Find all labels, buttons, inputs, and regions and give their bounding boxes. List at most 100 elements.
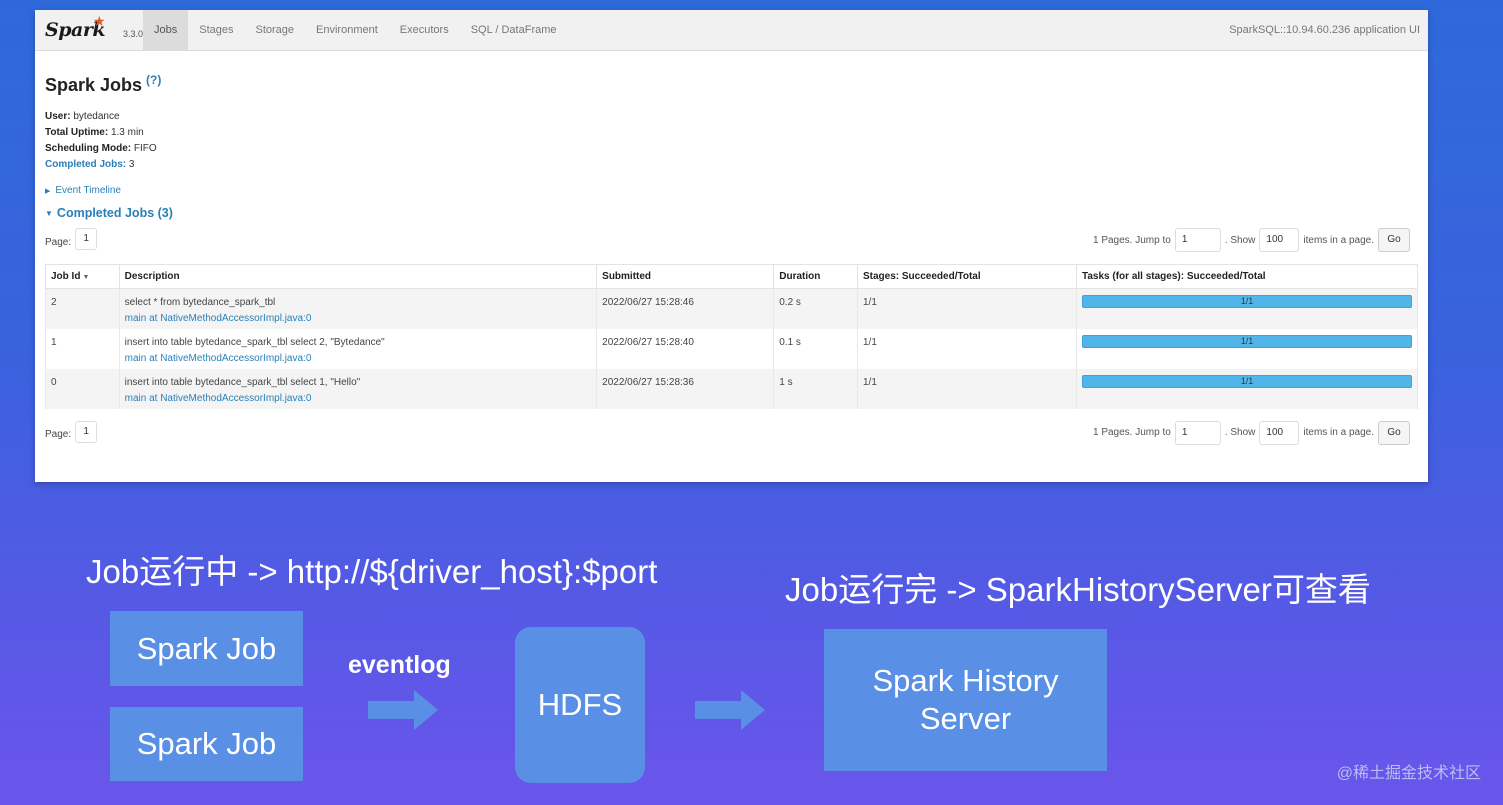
running-caption: Job运行中 -> http://${driver_host}:$port <box>86 553 658 590</box>
go-button[interactable]: Go <box>1378 420 1410 445</box>
tasks-progress-bar: 1/1 <box>1082 374 1412 388</box>
pages-text: 1 Pages. Jump to <box>1092 234 1171 246</box>
job-duration: 0.2 s <box>773 288 858 329</box>
page-size-input[interactable]: 100 <box>1259 420 1300 445</box>
items-text: items in a page. <box>1303 427 1374 438</box>
table-row: 0 insert into table bytedance_spark_tbl … <box>45 368 1418 409</box>
summary-completed[interactable]: Completed Jobs: 3 <box>45 157 1418 173</box>
spark-ui-window: Spark ★ 3.3.0 Jobs Stages Storage Enviro… <box>35 10 1428 482</box>
job-callsite-link[interactable]: main at NativeMethodAccessorImpl.java:0 <box>125 311 592 327</box>
pages-text: 1 Pages. Jump to <box>1092 427 1171 438</box>
pager-page: Page: 1 <box>45 228 98 250</box>
navbar: Spark ★ 3.3.0 Jobs Stages Storage Enviro… <box>35 10 1428 51</box>
job-duration: 0.1 s <box>773 328 858 369</box>
tasks-progress-bar: 1/1 <box>1082 295 1412 308</box>
arrow-right-icon <box>368 690 438 730</box>
job-submitted: 2022/06/27 15:28:46 <box>596 288 775 329</box>
page-title-row: Spark Jobs (?) <box>45 73 1418 96</box>
jump-to-input[interactable]: 1 <box>1174 420 1221 445</box>
job-summary: User: bytedance Total Uptime: 1.3 min Sc… <box>45 109 1418 173</box>
header-tasks[interactable]: Tasks (for all stages): Succeeded/Total <box>1076 264 1418 289</box>
job-submitted: 2022/06/27 15:28:36 <box>596 368 775 409</box>
job-tasks: 1/1 <box>1076 368 1418 409</box>
table-header-row: Job Id ▼ Description Submitted Duration S… <box>45 264 1418 289</box>
job-callsite-link[interactable]: main at NativeMethodAccessorImpl.java:0 <box>125 351 592 367</box>
tab-executors[interactable]: Executors <box>389 10 460 50</box>
job-duration: 1 s <box>773 368 858 409</box>
arrow-right-icon <box>695 690 765 730</box>
pager-page: Page: 1 <box>45 420 98 443</box>
pager-controls: 1 Pages. Jump to 1 . Show 100 items in a… <box>1093 228 1410 252</box>
finished-caption: Job运行完 -> SparkHistoryServer可查看 <box>785 571 1371 608</box>
tab-jobs[interactable]: Jobs <box>143 10 189 50</box>
job-description: insert into table bytedance_spark_tbl se… <box>118 368 598 409</box>
tasks-progress-bar: 1/1 <box>1082 334 1412 348</box>
spark-job-box-1: Spark Job <box>110 611 303 686</box>
spark-logo[interactable]: Spark ★ 3.3.0 <box>35 10 143 50</box>
jump-to-input[interactable]: 1 <box>1174 228 1221 252</box>
summary-scheduling: Scheduling Mode: FIFO <box>45 143 157 154</box>
page-label: Page: <box>45 429 72 440</box>
table-row: 1 insert into table bytedance_spark_tbl … <box>45 328 1418 369</box>
tab-environment[interactable]: Environment <box>305 10 389 50</box>
app-title: SparkSQL::10.94.60.236 application UI <box>1229 24 1420 36</box>
tab-storage[interactable]: Storage <box>245 10 306 50</box>
pager-top: Page: 1 1 Pages. Jump to 1 . Show 100 it… <box>45 228 1418 254</box>
spark-job-box-2: Spark Job <box>110 707 303 781</box>
job-description: select * from bytedance_spark_tbl main a… <box>118 288 598 329</box>
history-server-line1: Spark History <box>872 663 1059 698</box>
pager-controls: 1 Pages. Jump to 1 . Show 100 items in a… <box>1092 420 1410 445</box>
event-timeline-label: Event Timeline <box>55 185 121 196</box>
nav-tabs: Jobs Stages Storage Environment Executor… <box>143 10 568 50</box>
history-server-box: Spark History Server <box>824 629 1107 771</box>
header-job-id[interactable]: Job Id ▼ <box>45 264 120 289</box>
job-description-text[interactable]: insert into table bytedance_spark_tbl se… <box>125 377 361 388</box>
job-description-text[interactable]: insert into table bytedance_spark_tbl se… <box>125 337 385 348</box>
tab-stages[interactable]: Stages <box>188 10 244 50</box>
go-button[interactable]: Go <box>1378 228 1410 252</box>
hdfs-box: HDFS <box>515 627 645 783</box>
jobs-table: Job Id ▼ Description Submitted Duration S… <box>45 264 1418 409</box>
sort-desc-icon: ▼ <box>82 274 90 281</box>
pager-bottom: Page: 1 1 Pages. Jump to 1 . Show 100 it… <box>45 420 1418 447</box>
job-description-text[interactable]: select * from bytedance_spark_tbl <box>125 297 276 308</box>
job-id: 2 <box>45 288 120 329</box>
eventlog-label: eventlog <box>348 651 451 679</box>
job-submitted: 2022/06/27 15:28:40 <box>596 328 775 369</box>
summary-uptime: Total Uptime: 1.3 min <box>45 127 144 138</box>
job-stages: 1/1 <box>856 368 1078 409</box>
spark-star-icon: ★ <box>93 13 106 29</box>
spark-version: 3.3.0 <box>123 29 144 39</box>
history-server-line2: Server <box>919 701 1012 736</box>
job-callsite-link[interactable]: main at NativeMethodAccessorImpl.java:0 <box>125 391 592 407</box>
job-tasks: 1/1 <box>1076 328 1418 369</box>
completed-jobs-label: Completed Jobs (3) <box>56 206 173 220</box>
page-size-input[interactable]: 100 <box>1259 228 1300 252</box>
page-title: Spark Jobs <box>45 75 143 95</box>
job-stages: 1/1 <box>856 328 1078 369</box>
tab-sql-dataframe[interactable]: SQL / DataFrame <box>460 10 568 50</box>
header-duration[interactable]: Duration <box>773 264 858 289</box>
watermark: @稀土掘金技术社区 <box>1336 765 1481 782</box>
header-stages[interactable]: Stages: Succeeded/Total <box>856 264 1078 289</box>
page-number-button[interactable]: 1 <box>75 420 98 443</box>
completed-jobs-toggle[interactable]: ▼ Completed Jobs (3) <box>45 206 1418 220</box>
table-row: 2 select * from bytedance_spark_tbl main… <box>45 288 1418 329</box>
job-id: 1 <box>45 328 120 369</box>
job-description: insert into table bytedance_spark_tbl se… <box>118 328 598 369</box>
collapse-arrow-icon: ▼ <box>45 208 53 218</box>
summary-user: User: bytedance <box>45 111 120 122</box>
show-text: . Show <box>1224 234 1256 246</box>
main-content: Spark Jobs (?) User: bytedance Total Upt… <box>35 73 1428 447</box>
job-tasks: 1/1 <box>1076 288 1418 329</box>
event-timeline-toggle[interactable]: ▶ Event Timeline <box>45 185 1418 196</box>
header-description[interactable]: Description <box>118 264 598 289</box>
help-link[interactable]: (?) <box>146 73 161 87</box>
job-id: 0 <box>45 368 120 409</box>
page-number-button[interactable]: 1 <box>75 228 98 250</box>
header-submitted[interactable]: Submitted <box>596 264 775 289</box>
expand-arrow-icon: ▶ <box>45 187 51 195</box>
page-label: Page: <box>45 236 72 248</box>
job-stages: 1/1 <box>856 288 1078 329</box>
items-text: items in a page. <box>1303 234 1374 246</box>
